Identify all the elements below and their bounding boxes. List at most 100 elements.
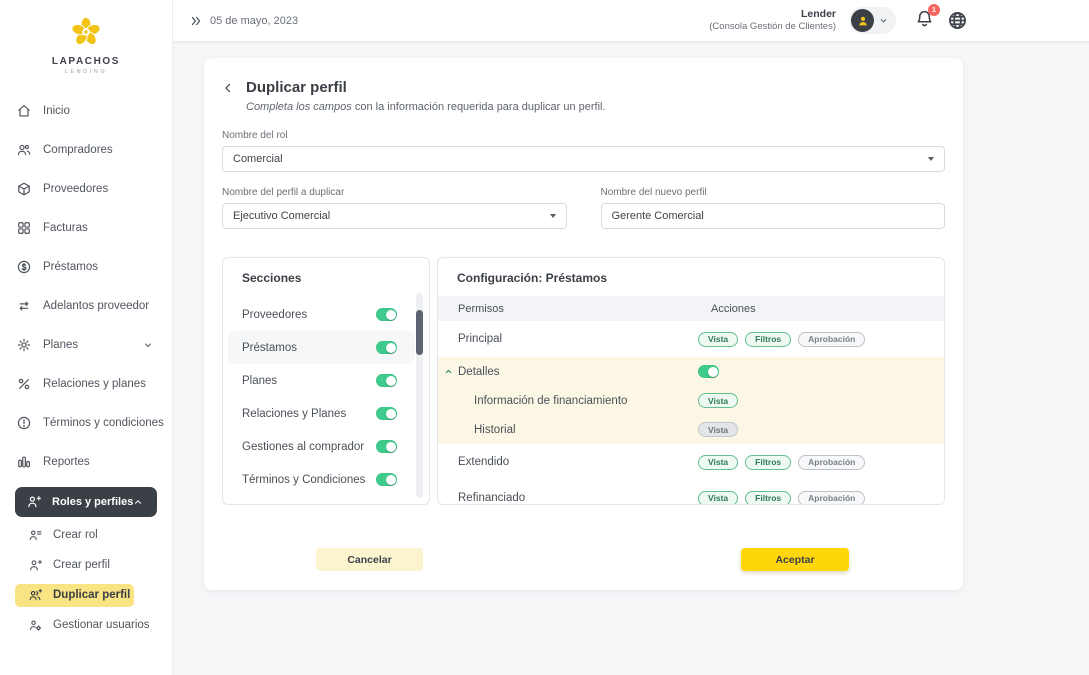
action-chip-vista[interactable]: Vista [698, 422, 738, 437]
action-chip-vista[interactable]: Vista [698, 393, 738, 408]
chevron-down-icon [879, 16, 888, 25]
user-plus-icon [28, 558, 43, 573]
arrows-swap-icon [16, 298, 32, 314]
section-label: Gestiones al comprador [242, 441, 364, 453]
sidebar-item-inicio[interactable]: Inicio [0, 92, 172, 131]
sections-panel-title: Secciones [242, 271, 429, 285]
sidebar-item-relaciones-y-planes[interactable]: Relaciones y planes [0, 365, 172, 404]
box-icon [16, 181, 32, 197]
sidebar-item-label: Relaciones y planes [43, 378, 146, 390]
role-select[interactable]: Comercial [222, 146, 945, 172]
sidebar-subitem-label: Crear rol [53, 529, 98, 541]
permission-row-detalles[interactable]: Detalles [438, 357, 944, 386]
sidebar-item-label: Facturas [43, 222, 88, 234]
bar-chart-icon [16, 454, 32, 470]
notification-badge: 1 [928, 4, 940, 16]
user-info: Lender (Consola Gestión de Clientes) [709, 8, 836, 33]
source-profile-label: Nombre del perfil a duplicar [222, 187, 567, 198]
action-chip-aprobacion[interactable]: Aprobación [798, 332, 865, 347]
sidebar-item-compradores[interactable]: Compradores [0, 131, 172, 170]
section-row-relaciones-y-planes[interactable]: Relaciones y Planes [228, 397, 415, 430]
source-profile-select[interactable]: Ejecutivo Comercial [222, 203, 567, 229]
lapacho-flower-icon [66, 13, 106, 51]
sidebar-item-reportes[interactable]: Reportes [0, 443, 172, 482]
cancel-button[interactable]: Cancelar [316, 548, 423, 571]
panels-row: Secciones Proveedores Préstamos Planes Rela… [222, 257, 945, 505]
chevrons-right-icon[interactable] [190, 15, 202, 27]
section-toggle-terminos-y-condiciones[interactable] [376, 473, 397, 486]
section-label: Planes [242, 375, 277, 387]
sidebar-item-facturas[interactable]: Facturas [0, 209, 172, 248]
page-subtitle: Completa los campos con la información r… [246, 101, 606, 113]
action-chip-vista[interactable]: Vista [698, 491, 738, 506]
permission-toggle-detalles[interactable] [698, 365, 719, 378]
sections-scrollbar-track[interactable] [416, 293, 423, 498]
action-chip-vista[interactable]: Vista [698, 455, 738, 470]
back-button[interactable] [222, 82, 234, 94]
sidebar-item-label: Roles y perfiles [52, 496, 133, 508]
sections-scrollbar-thumb[interactable] [416, 310, 423, 355]
sidebar-item-adelantos-proveedor[interactable]: Adelantos proveedor [0, 287, 172, 326]
action-chip-aprobacion[interactable]: Aprobación [798, 491, 865, 506]
sidebar-subitem-label: Gestionar usuarios [53, 619, 150, 631]
accept-button[interactable]: Aceptar [741, 548, 849, 571]
role-field: Nombre del rol Comercial [222, 130, 945, 172]
user-gear-icon [28, 618, 43, 633]
permission-row-principal: PrincipalVista Filtros Aprobación [438, 321, 944, 357]
language-button[interactable] [947, 10, 968, 31]
section-toggle-prestamos[interactable] [376, 341, 397, 354]
action-chips: Vista Filtros Aprobación [698, 332, 872, 347]
percent-icon [16, 376, 32, 392]
action-chip-vista[interactable]: Vista [698, 332, 738, 347]
notifications-button[interactable]: 1 [915, 9, 934, 33]
chevron-up-icon [444, 367, 458, 376]
section-row-gestiones-al-comprador[interactable]: Gestiones al comprador [228, 430, 415, 463]
section-toggle-proveedores[interactable] [376, 308, 397, 321]
topbar-date: 05 de mayo, 2023 [210, 15, 298, 27]
sidebar-item-roles-y-perfiles[interactable]: Roles y perfiles [15, 487, 157, 517]
sidebar-item-planes[interactable]: Planes [0, 326, 172, 365]
user-duplicate-icon [28, 588, 43, 603]
section-label: Préstamos [242, 342, 297, 354]
brand-tagline: LENDING [0, 70, 172, 76]
section-row-proveedores[interactable]: Proveedores [228, 298, 415, 331]
sidebar-subitem-crear-perfil[interactable]: Crear perfil [15, 554, 157, 577]
section-row-planes[interactable]: Planes [228, 364, 415, 397]
section-toggle-gestiones-al-comprador[interactable] [376, 440, 397, 453]
new-profile-input[interactable] [601, 203, 946, 229]
section-row-reportes[interactable]: Reportes [228, 496, 415, 505]
section-label: Términos y Condiciones [242, 474, 365, 486]
section-toggle-relaciones-y-planes[interactable] [376, 407, 397, 420]
action-chip-filtros[interactable]: Filtros [745, 332, 791, 347]
avatar [851, 9, 874, 32]
permission-label: Principal [458, 333, 698, 345]
sidebar-subitem-crear-rol[interactable]: Crear rol [15, 524, 157, 547]
action-chip-aprobacion[interactable]: Aprobación [798, 455, 865, 470]
section-row-terminos-y-condiciones[interactable]: Términos y Condiciones [228, 463, 415, 496]
sidebar-nav: InicioCompradoresProveedores Facturas Prés… [0, 92, 172, 637]
user-menu-button[interactable] [849, 7, 896, 34]
sidebar-item-terminos-y-condiciones[interactable]: Términos y condiciones [0, 404, 172, 443]
sidebar-item-label: Préstamos [43, 261, 98, 273]
config-panel-title: Configuración: Préstamos [457, 271, 944, 285]
sidebar: LAPACHOS LENDING InicioCompradoresProvee… [0, 0, 173, 675]
sections-panel: Secciones Proveedores Préstamos Planes Rela… [222, 257, 430, 505]
section-toggle-planes[interactable] [376, 374, 397, 387]
sidebar-item-prestamos[interactable]: Préstamos [0, 248, 172, 287]
user-list-icon [28, 528, 43, 543]
action-chip-filtros[interactable]: Filtros [745, 455, 791, 470]
config-table-header: Permisos Acciones [438, 296, 944, 321]
section-row-prestamos[interactable]: Préstamos [228, 331, 415, 364]
sidebar-item-proveedores[interactable]: Proveedores [0, 170, 172, 209]
action-chip-filtros[interactable]: Filtros [745, 491, 791, 506]
action-chips: Vista [698, 422, 745, 437]
chevron-down-icon [928, 157, 934, 161]
sidebar-subitem-duplicar-perfil[interactable]: Duplicar perfil [15, 584, 134, 607]
users-icon [16, 142, 32, 158]
page-title: Duplicar perfil [246, 79, 606, 96]
page-header: Duplicar perfil Completa los campos con … [222, 79, 945, 113]
topbar: 05 de mayo, 2023 Lender (Consola Gestión… [173, 0, 1089, 42]
content-area: Duplicar perfil Completa los campos con … [173, 42, 1089, 675]
home-icon [16, 103, 32, 119]
sidebar-subitem-gestionar-usuarios[interactable]: Gestionar usuarios [15, 614, 157, 637]
